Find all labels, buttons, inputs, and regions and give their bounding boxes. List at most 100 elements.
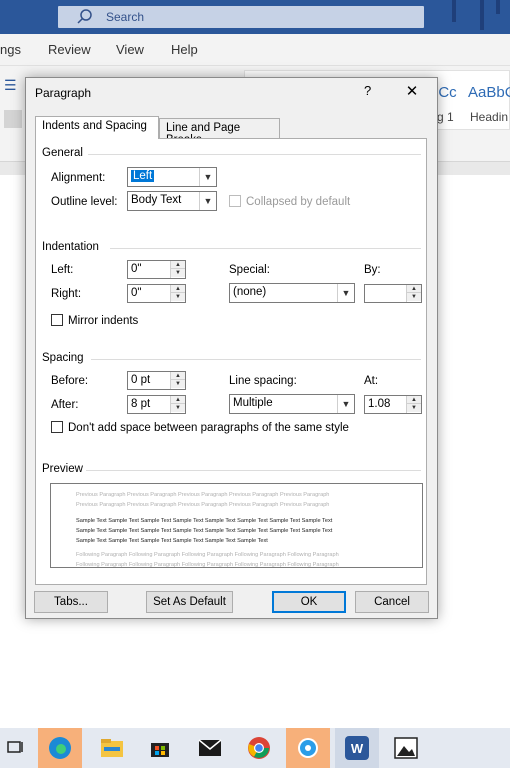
help-icon[interactable]: ? (364, 83, 371, 98)
at-spinner[interactable]: 1.08 ▲ ▼ (364, 395, 422, 414)
task-view-icon[interactable] (0, 728, 30, 768)
right-indent-value: 0" (131, 287, 142, 299)
before-label: Before: (51, 375, 89, 387)
spin-down-icon[interactable]: ▼ (407, 404, 421, 412)
divider (88, 154, 421, 155)
tab-indents-and-spacing[interactable]: Indents and Spacing (35, 116, 159, 139)
preview-sample-line: Sample Text Sample Text Sample Text Samp… (76, 518, 333, 524)
spin-down-icon[interactable]: ▼ (407, 293, 421, 301)
photos-icon[interactable] (384, 728, 428, 768)
by-spinner[interactable]: ▲ ▼ (364, 284, 422, 303)
preview-sample-line: Sample Text Sample Text Sample Text Samp… (76, 528, 333, 534)
before-value: 0 pt (131, 374, 151, 386)
spacing-heading: Spacing (42, 352, 84, 364)
paragraph-preview: Previous Paragraph Previous Paragraph Pr… (50, 483, 423, 568)
mirror-indents-label: Mirror indents (68, 315, 139, 327)
right-indent-label: Right: (51, 288, 82, 300)
dont-add-space-checkbox[interactable] (51, 421, 63, 433)
spin-down-icon[interactable]: ▼ (171, 293, 185, 301)
alignment-value: Left (131, 170, 155, 182)
mail-icon[interactable] (188, 728, 232, 768)
at-value: 1.08 (368, 398, 391, 410)
align-left-icon[interactable] (4, 110, 22, 128)
spin-up-icon[interactable]: ▲ (407, 396, 421, 404)
chevron-down-icon[interactable]: ▼ (337, 284, 354, 302)
at-label: At: (364, 375, 379, 387)
bullets-icon[interactable]: ☰ (4, 78, 18, 92)
outline-level-label: Outline level: (51, 196, 118, 208)
special-label: Special: (229, 264, 270, 276)
preview-previous-line: Previous Paragraph Previous Paragraph Pr… (76, 492, 330, 498)
outline-level-select[interactable]: Body Text ▼ (127, 191, 217, 211)
search-box[interactable]: Search (58, 6, 424, 28)
collapsed-checkbox (229, 195, 241, 207)
file-explorer-icon[interactable] (90, 728, 134, 768)
left-indent-value: 0" (131, 263, 142, 275)
taskbar: W (0, 728, 510, 768)
chevron-down-icon[interactable]: ▼ (199, 168, 216, 186)
style-heading2-preview[interactable]: AaBbC (468, 84, 510, 101)
preview-heading: Preview (42, 463, 83, 475)
style-heading2-label: Headin (470, 110, 509, 124)
chevron-down-icon[interactable]: ▼ (337, 395, 354, 413)
spin-down-icon[interactable]: ▼ (171, 269, 185, 277)
indentation-heading: Indentation (42, 241, 99, 253)
search-icon (77, 9, 92, 24)
preview-following-line: Following Paragraph Following Paragraph … (76, 552, 339, 558)
title-decoration (480, 0, 484, 30)
ok-button[interactable]: OK (272, 591, 346, 613)
edge-icon[interactable] (38, 728, 82, 768)
dont-add-space-label: Don't add space between paragraphs of th… (68, 422, 349, 434)
tab-line-and-page-breaks[interactable]: Line and Page Breaks (159, 118, 280, 146)
right-indent-spinner[interactable]: 0" ▲ ▼ (127, 284, 186, 303)
paragraph-dialog: Paragraph ? ✕ Indents and Spacing Line a… (25, 77, 438, 619)
general-heading: General (42, 147, 83, 159)
ribbon-tab-help[interactable]: Help (171, 42, 198, 57)
line-spacing-value: Multiple (233, 397, 273, 409)
preview-previous-line: Previous Paragraph Previous Paragraph Pr… (76, 502, 330, 508)
left-indent-spinner[interactable]: 0" ▲ ▼ (127, 260, 186, 279)
spin-down-icon[interactable]: ▼ (171, 404, 185, 412)
line-spacing-label: Line spacing: (229, 375, 297, 387)
word-icon[interactable]: W (335, 728, 379, 768)
set-as-default-button[interactable]: Set As Default (146, 591, 233, 613)
app-icon[interactable] (286, 728, 330, 768)
chrome-icon[interactable] (237, 728, 281, 768)
ribbon-tab-view[interactable]: View (116, 42, 144, 57)
divider (86, 470, 421, 471)
mirror-indents-checkbox[interactable] (51, 314, 63, 326)
before-spinner[interactable]: 0 pt ▲ ▼ (127, 371, 186, 390)
collapsed-label: Collapsed by default (246, 196, 351, 208)
ribbon-tab-settings[interactable]: ngs (0, 42, 21, 57)
line-spacing-select[interactable]: Multiple ▼ (229, 394, 355, 414)
after-spinner[interactable]: 8 pt ▲ ▼ (127, 395, 186, 414)
special-select[interactable]: (none) ▼ (229, 283, 355, 303)
tab-label: Indents and Spacing (42, 120, 147, 132)
cancel-button[interactable]: Cancel (355, 591, 429, 613)
alignment-select[interactable]: Left ▼ (127, 167, 217, 187)
close-icon[interactable]: ✕ (402, 83, 422, 101)
search-placeholder: Search (106, 10, 145, 24)
spin-up-icon[interactable]: ▲ (171, 261, 185, 269)
spin-up-icon[interactable]: ▲ (171, 372, 185, 380)
divider (91, 359, 421, 360)
left-indent-label: Left: (51, 264, 74, 276)
style-heading-label: g 1 (437, 110, 454, 124)
spin-up-icon[interactable]: ▲ (407, 285, 421, 293)
chevron-down-icon[interactable]: ▼ (199, 192, 216, 210)
after-value: 8 pt (131, 398, 151, 410)
dialog-title: Paragraph (35, 86, 92, 100)
divider (110, 248, 421, 249)
alignment-label: Alignment: (51, 172, 106, 184)
spin-up-icon[interactable]: ▲ (171, 396, 185, 404)
tabs-button[interactable]: Tabs... (34, 591, 108, 613)
word-title-bar: Search (0, 0, 510, 34)
store-icon[interactable] (138, 728, 182, 768)
preview-following-line: Following Paragraph Following Paragraph … (76, 562, 339, 568)
by-label: By: (364, 264, 381, 276)
spin-up-icon[interactable]: ▲ (171, 285, 185, 293)
outline-level-value: Body Text (131, 194, 182, 206)
ribbon-tab-review[interactable]: Review (48, 42, 91, 57)
special-value: (none) (233, 286, 267, 298)
spin-down-icon[interactable]: ▼ (171, 380, 185, 388)
